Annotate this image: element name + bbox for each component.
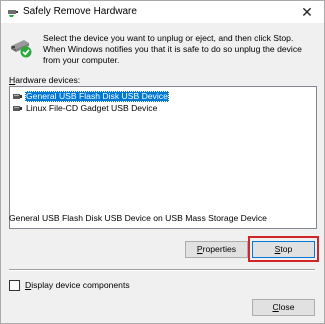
selected-device-description: General USB Flash Disk USB Device on USB… — [9, 213, 267, 223]
display-device-components-checkbox[interactable] — [9, 280, 20, 291]
list-item-label: Linux File-CD Gadget USB Device — [26, 103, 158, 113]
display-device-components-label: Display device components — [25, 280, 130, 290]
close-window-button[interactable]: ✕ — [290, 1, 324, 23]
hardware-device-list[interactable]: General USB Flash Disk USB Device Linux … — [9, 86, 317, 229]
close-button[interactable]: Close — [252, 299, 315, 316]
intro-text: Select the device you want to unplug or … — [43, 33, 302, 65]
list-item[interactable]: General USB Flash Disk USB Device — [13, 91, 169, 102]
safely-remove-hardware-window: Safely Remove Hardware ✕ Select the devi… — [0, 0, 325, 324]
list-item-label: General USB Flash Disk USB Device — [25, 91, 169, 102]
usb-device-icon — [13, 106, 22, 111]
separator — [9, 269, 315, 271]
properties-button[interactable]: Properties — [185, 241, 248, 258]
usb-eject-check-icon — [11, 40, 32, 58]
dialog-content: Select the device you want to unplug or … — [1, 23, 324, 323]
usb-device-icon — [13, 94, 22, 99]
stop-button[interactable]: Stop — [252, 241, 315, 258]
close-icon: ✕ — [301, 4, 313, 20]
list-item[interactable]: Linux File-CD Gadget USB Device — [13, 103, 158, 114]
title-bar: Safely Remove Hardware ✕ — [1, 1, 324, 23]
display-device-components-option[interactable]: Display device components — [9, 280, 130, 291]
hardware-devices-label: Hardware devices: — [9, 75, 81, 85]
window-title: Safely Remove Hardware — [23, 6, 137, 17]
usb-drive-icon — [8, 10, 18, 17]
